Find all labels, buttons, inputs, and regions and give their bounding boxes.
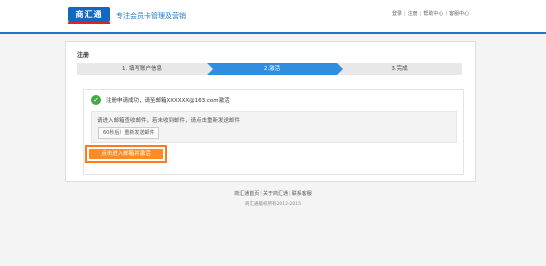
register-card: 注册 1. 填写账户信息 2.激活 3.完成 ✓ 注册申请成功，请至邮箱XXXX… [65, 41, 476, 182]
step-activate: 2.激活 [207, 63, 337, 75]
site-slogan: 专注会员卡管理及营销 [116, 12, 186, 20]
step-arrow [337, 63, 343, 75]
step-fill-account-info: 1. 填写账户信息 [77, 63, 207, 75]
site-footer: 商汇通首页|关于商汇通|联系客服 商汇通版权所有2012-2015 [0, 190, 546, 207]
top-nav-separator: | [445, 11, 448, 17]
go-to-email-activate-button[interactable]: 点击进入邮箱并激活 [89, 149, 163, 159]
success-message: 注册申请成功，请至邮箱XXXXXX@163.com激活 [106, 98, 230, 104]
footer-separator: | [260, 191, 262, 197]
activation-panel: ✓ 注册申请成功，请至邮箱XXXXXX@163.com激活 请进入邮箱查收邮件，… [83, 89, 464, 175]
copyright-text: 商汇通版权所有2012-2015 [244, 202, 302, 207]
footer-about-link[interactable]: 关于商汇通 [263, 191, 288, 197]
top-nav: 登录 | 注册 | 帮助中心 | 客服中心 [392, 10, 469, 17]
step-arrow [207, 63, 213, 75]
customer-service-link[interactable]: 客服中心 [449, 10, 469, 17]
resend-email-button[interactable]: 60秒后）重新发送邮件 [98, 127, 160, 139]
activate-button-highlight: 点击进入邮箱并激活 [85, 145, 167, 163]
footer-home-link[interactable]: 商汇通首页 [234, 191, 259, 197]
site-logo[interactable]: 商汇通 [68, 7, 110, 24]
login-link[interactable]: 登录 [392, 10, 402, 17]
top-nav-separator: | [404, 11, 406, 17]
footer-links: 商汇通首页|关于商汇通|联系客服 [0, 190, 546, 197]
notice-text: 请进入邮箱查收邮件，若未收到邮件，请点击重新发送邮件 [97, 118, 241, 124]
footer-contact-link[interactable]: 联系客服 [292, 191, 312, 197]
footer-separator: | [289, 191, 291, 197]
register-link[interactable]: 注册 [408, 10, 418, 17]
help-center-link[interactable]: 帮助中心 [423, 10, 443, 17]
step-progress: 1. 填写账户信息 2.激活 3.完成 [77, 63, 462, 75]
site-header: 商汇通 专注会员卡管理及营销 登录 | 注册 | 帮助中心 | 客服中心 [0, 0, 546, 34]
step-complete: 3.完成 [337, 63, 462, 75]
check-circle-icon: ✓ [91, 95, 101, 105]
top-nav-separator: | [419, 11, 422, 17]
page-title: 注册 [77, 52, 90, 59]
email-notice-box: 请进入邮箱查收邮件，若未收到邮件，请点击重新发送邮件 60秒后）重新发送邮件 [91, 111, 457, 143]
